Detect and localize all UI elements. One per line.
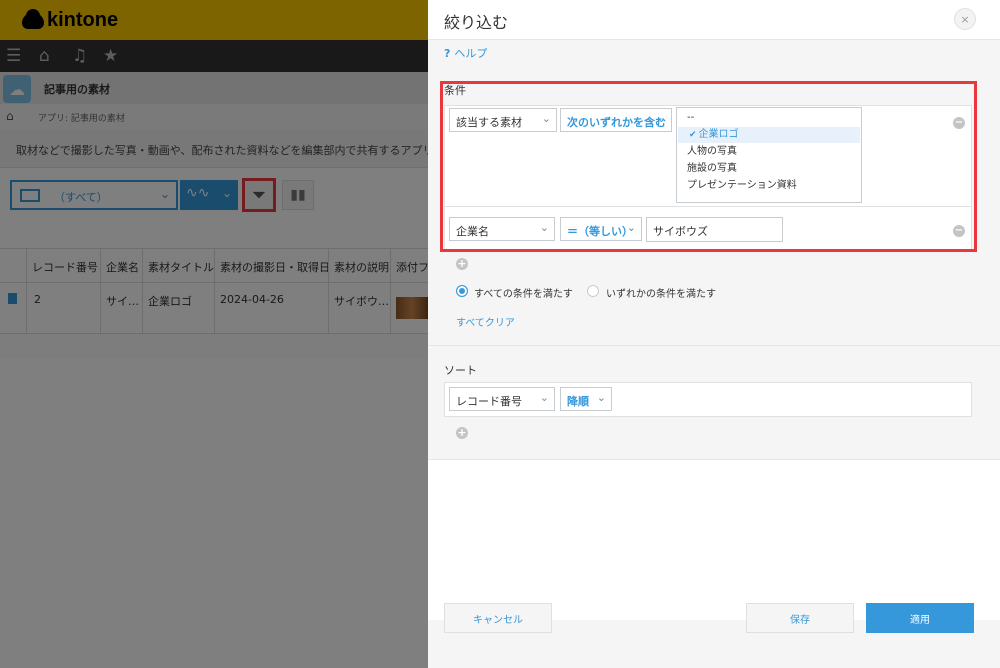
chevron-down-icon: ⌄ [539,391,549,404]
match-all-label[interactable]: すべての条件を満たす [474,285,573,300]
add-condition-icon[interactable]: + [456,258,468,270]
help-link[interactable]: ? ヘルプ [444,45,487,61]
save-button[interactable]: 保存 [746,603,854,633]
question-icon: ? [444,47,451,60]
apply-button[interactable]: 適用 [866,603,974,633]
sort-field-select[interactable]: レコード番号 ⌄ [449,387,555,411]
sort-section-title: ソート [444,364,477,377]
match-any-label[interactable]: いずれかの条件を満たす [606,285,716,300]
chevron-down-icon: ⌄ [596,391,606,404]
dialog-body: ? ヘルプ 条件 該当する素材 ⌄ 次のいずれかを含む ⌄ -- ✔ 企業ロゴ 人物… [428,40,1000,620]
sort-field-value: レコード番号 [456,395,522,408]
cancel-button[interactable]: キャンセル [444,603,552,633]
match-any-radio[interactable] [587,285,599,297]
close-icon[interactable]: × [954,8,976,30]
dialog-title: 絞り込む [444,13,509,32]
clear-all-link[interactable]: すべてクリア [456,314,515,329]
filter-dialog: 絞り込む × ? ヘルプ 条件 該当する素材 ⌄ 次のいずれかを含む ⌄ -- ✔… [428,0,1000,668]
match-all-radio[interactable] [456,285,468,297]
dialog-empty-area [428,460,1000,620]
add-sort-icon[interactable]: + [456,427,468,439]
dialog-header: 絞り込む × [428,0,1000,40]
help-label: ヘルプ [454,47,488,60]
annotation-highlight-box [440,81,977,252]
sort-order-value: 降順 [567,395,589,408]
section-divider [428,345,1000,346]
sort-order-select[interactable]: 降順 ⌄ [560,387,612,411]
